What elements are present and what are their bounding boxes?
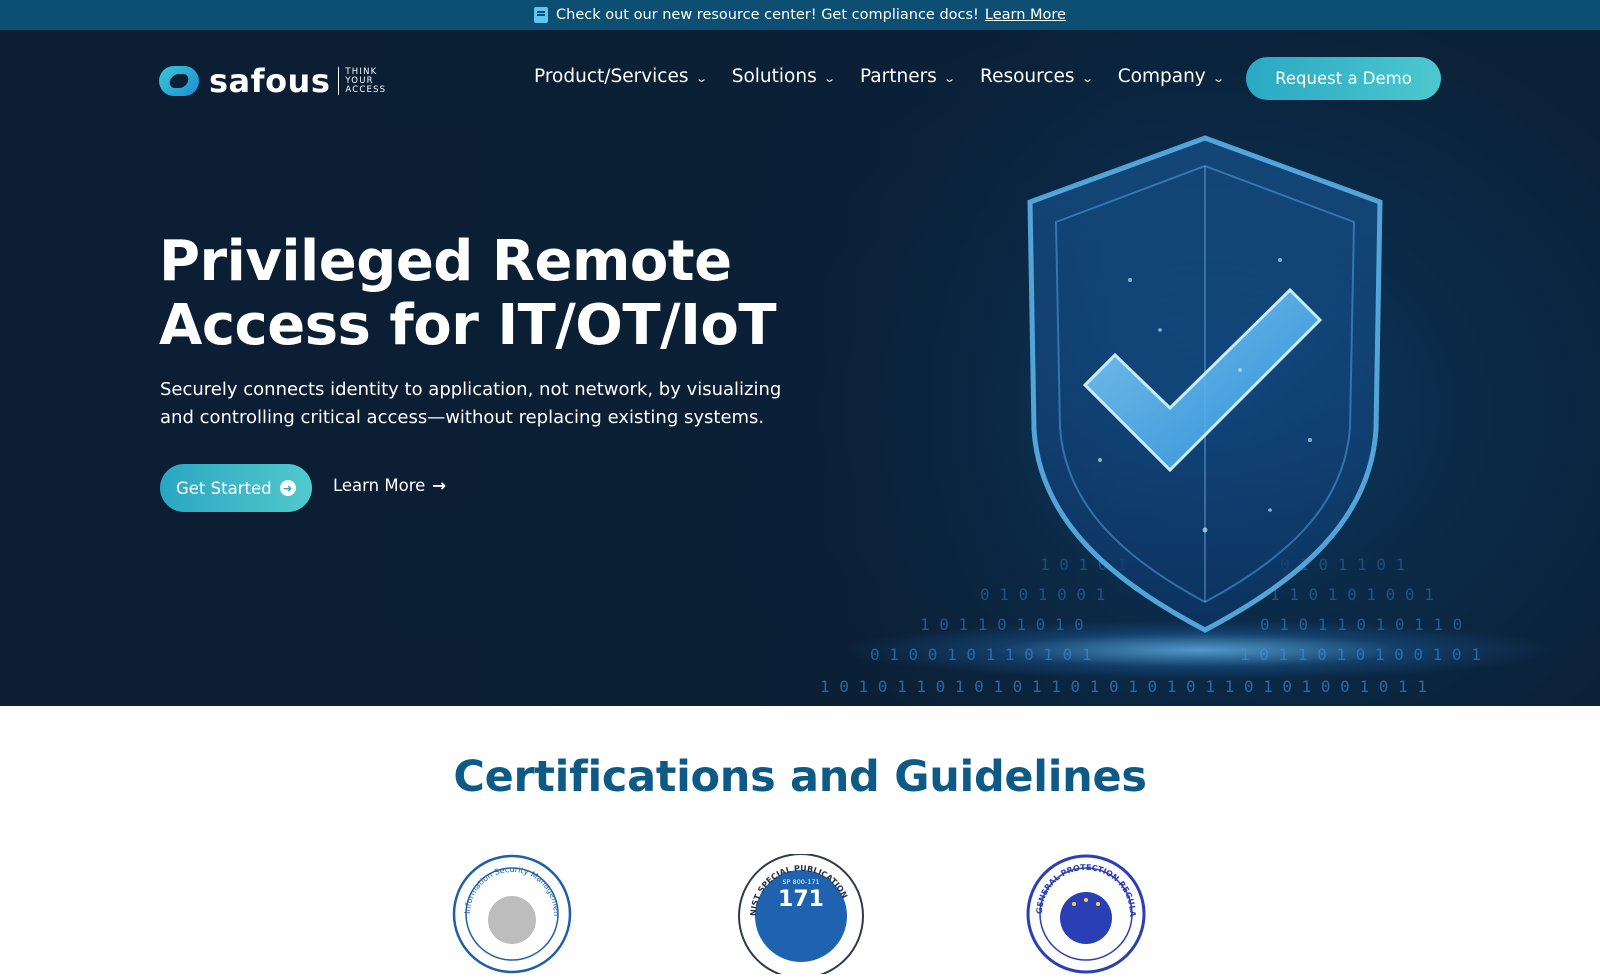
get-started-button[interactable]: Get Started ➜ [160, 464, 312, 512]
nav-item-company[interactable]: Company ⌄ [1117, 66, 1225, 87]
nav-item-product-services[interactable]: Product/Services ⌄ [534, 66, 708, 87]
request-demo-button[interactable]: Request a Demo [1246, 57, 1441, 100]
gdpr-certification-badge: GENERAL PROTECTION REGULATION [1023, 847, 1146, 974]
nav-label: Partners [859, 66, 937, 87]
book-icon [534, 7, 549, 23]
nist-certification-badge: NIST SPECIAL PUBLICATION SP 800-171 171 [736, 853, 864, 978]
nav-item-resources[interactable]: Resources ⌄ [980, 66, 1094, 87]
hero-subtitle: Securely connects identity to applicatio… [160, 376, 800, 432]
nav-item-solutions[interactable]: Solutions ⌄ [731, 66, 836, 87]
announcement-bar: Check out our new resource center! Get c… [0, 0, 1600, 30]
nist-seal-icon: NIST SPECIAL PUBLICATION SP 800-171 171 [738, 853, 864, 978]
hero-title-line-2: Access for IT/OT/IoT [159, 293, 777, 358]
shield-checkmark-icon [1027, 135, 1383, 633]
safous-logo[interactable]: safous THINK YOUR ACCESS [159, 62, 386, 100]
chevron-down-icon: ⌄ [942, 71, 956, 85]
nav-label: Solutions [731, 66, 817, 87]
arrow-right-icon: → [432, 476, 447, 495]
chevron-down-icon: ⌄ [694, 71, 708, 85]
hero-learn-more-link[interactable]: Learn More → [333, 476, 446, 495]
nav-label: Company [1117, 66, 1206, 87]
tagline-line-3: ACCESS [345, 84, 387, 95]
chevron-down-icon: ⌄ [1211, 71, 1225, 85]
shield-illustration [980, 130, 1430, 650]
svg-text:1 0 1 0 1 1 0 1 0 1 0 1 1 0 1: 1 0 1 0 1 1 0 1 0 1 0 1 1 0 1 0 1 0 1 0 … [820, 677, 1427, 696]
nav-label: Product/Services [534, 66, 689, 87]
announcement-text: Check out our new resource center! Get c… [556, 7, 979, 23]
chevron-down-icon: ⌄ [1080, 71, 1094, 85]
nav-item-partners[interactable]: Partners ⌄ [859, 66, 956, 87]
learn-more-label: Learn More [333, 476, 426, 495]
arrow-circle-right-icon: ➜ [279, 480, 296, 496]
hero-subtitle-line-1: Securely connects identity to applicatio… [160, 379, 782, 400]
safous-logo-icon [159, 66, 199, 96]
certifications-title: Certifications and Guidelines [453, 752, 1147, 802]
logo-divider [338, 67, 340, 95]
announcement-learn-more-link[interactable]: Learn More [985, 7, 1066, 23]
hero-title: Privileged Remote Access for IT/OT/IoT [159, 230, 799, 358]
logo-wordmark: safous [209, 62, 331, 100]
hero-subtitle-line-2: and controlling critical access—without … [160, 407, 765, 428]
logo-tagline: THINK YOUR ACCESS [345, 67, 387, 95]
hero-title-line-1: Privileged Remote [159, 229, 732, 294]
main-nav: Product/Services ⌄ Solutions ⌄ Partners ⌄ R… [534, 66, 1249, 87]
chevron-down-icon: ⌄ [822, 71, 836, 85]
iso-certification-badge: Information Security Management System [448, 847, 572, 974]
iso-seal-icon: Information Security Management System [448, 847, 572, 974]
nav-label: Resources [980, 66, 1075, 87]
gdpr-seal-icon: GENERAL PROTECTION REGULATION [1023, 847, 1146, 974]
nist-badge-code: SP 800-171 [782, 878, 819, 886]
get-started-label: Get Started [176, 478, 272, 498]
hero-section: 1 0 1 0 1 0 1 0 1 1 0 1 0 1 0 1 0 0 1 1 … [0, 30, 1600, 706]
